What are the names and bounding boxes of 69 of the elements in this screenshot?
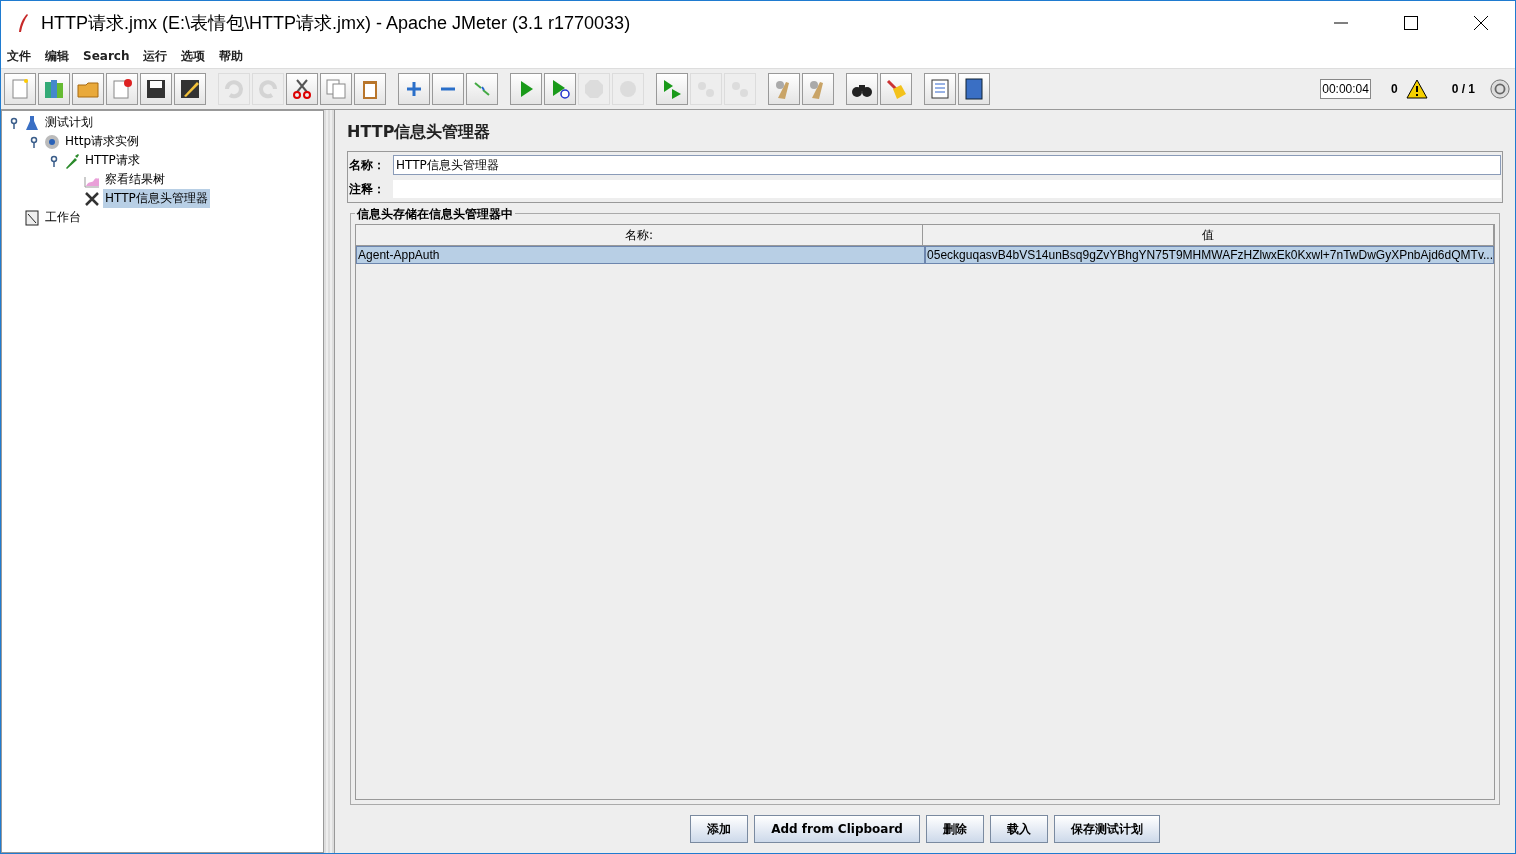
name-field[interactable]: HTTP信息头管理器	[393, 155, 1501, 175]
scissors-button[interactable]	[286, 73, 318, 105]
tree-item[interactable]: HTTP信息头管理器	[103, 189, 210, 208]
tree-item[interactable]: 察看结果树	[103, 170, 167, 189]
column-header[interactable]: 名称:	[356, 225, 924, 246]
action-button[interactable]: Add from Clipboard	[754, 815, 920, 843]
menu-item[interactable]: Search	[83, 49, 130, 63]
menu-item[interactable]: 帮助	[219, 47, 244, 65]
pencil-disk-button[interactable]	[174, 73, 206, 105]
clipboard-button[interactable]	[354, 73, 386, 105]
scissors-icon	[290, 77, 314, 101]
warning-icon[interactable]	[1405, 79, 1428, 99]
broom-icon	[884, 77, 908, 101]
help-book-button[interactable]	[958, 73, 990, 105]
books-button[interactable]	[38, 73, 70, 105]
table-cell: 05eckguqasvB4bVS14unBsq9gZvYBhgYN75T9MHMWAFzHZlwxEk0Kxwl+7nTwDwGyXPnbAjd6dQMTv...	[925, 246, 1494, 264]
minus-button[interactable]	[432, 73, 464, 105]
help-book-icon	[962, 77, 986, 101]
comment-field[interactable]	[393, 180, 1501, 198]
list-icon	[928, 77, 952, 101]
splitter[interactable]	[324, 110, 335, 853]
action-button[interactable]: 删除	[925, 815, 984, 843]
panel-title: HTTP信息头管理器	[347, 121, 492, 143]
menu-item[interactable]: 运行	[143, 47, 168, 65]
menu-item[interactable]: 选项	[181, 47, 206, 65]
feather-icon	[17, 12, 29, 33]
tree-item[interactable]: 测试计划	[43, 113, 95, 132]
remote-status-icon[interactable]	[1489, 79, 1511, 99]
elapsed-timer: 00:00:04	[1320, 79, 1371, 99]
minus-icon	[440, 87, 456, 91]
page-close-icon	[110, 77, 134, 101]
tree-item[interactable]: HTTP请求	[83, 151, 142, 170]
notepad-icon	[24, 209, 40, 226]
action-button[interactable]: 添加	[690, 815, 749, 843]
window-title: HTTP请求.jmx (E:\表情包\HTTP请求.jmx) - Apache JMeter (3.1 r1770033)	[41, 11, 631, 35]
tree-handle-icon[interactable]	[50, 154, 60, 167]
tree-item[interactable]: Http请求实例	[63, 132, 142, 151]
remote-play-button[interactable]	[656, 73, 688, 105]
tree-handle-icon[interactable]	[30, 135, 40, 148]
action-button[interactable]: 载入	[989, 815, 1048, 843]
action-button[interactable]: 保存测试计划	[1053, 815, 1160, 843]
tree-handle-icon[interactable]	[10, 116, 20, 129]
maximize-icon[interactable]	[1403, 14, 1419, 31]
pipette-icon	[64, 152, 80, 169]
close-icon[interactable]	[1473, 14, 1489, 31]
play-button[interactable]	[510, 73, 542, 105]
group-title: 信息头存储在信息头管理器中	[355, 206, 516, 223]
plus-button[interactable]	[398, 73, 430, 105]
blank-page-button[interactable]	[4, 73, 36, 105]
copy-icon	[324, 77, 348, 101]
table-cell: Agent-AppAuth	[356, 246, 926, 264]
menu-item[interactable]: 文件	[7, 47, 31, 65]
comment-label: 注释：	[349, 180, 387, 198]
name-label: 名称：	[349, 156, 387, 174]
undo-icon	[222, 77, 246, 101]
books-icon	[42, 77, 66, 101]
redo-icon	[256, 77, 280, 101]
folder-button[interactable]	[72, 73, 104, 105]
play-timer-button[interactable]	[544, 73, 576, 105]
table-row[interactable]: Agent-AppAuth 05eckguqasvB4bVS14unBsq9gZvYBhgYN75T9MHMWAFzHZlwxEk0Kxwl+7nTwDwGyXPnbAjd6dQMTv...	[356, 246, 1494, 264]
binoculars-button[interactable]	[846, 73, 878, 105]
tree-item[interactable]: 工作台	[43, 208, 83, 227]
warning-count: 0	[1390, 82, 1398, 96]
menu-item[interactable]: 编辑	[45, 47, 69, 65]
column-header[interactable]: 值	[923, 225, 1494, 246]
flask-icon	[24, 114, 40, 131]
floppy-disk-button[interactable]	[140, 73, 172, 105]
page-close-button[interactable]	[106, 73, 138, 105]
thread-count: 0 / 1	[1451, 82, 1475, 96]
